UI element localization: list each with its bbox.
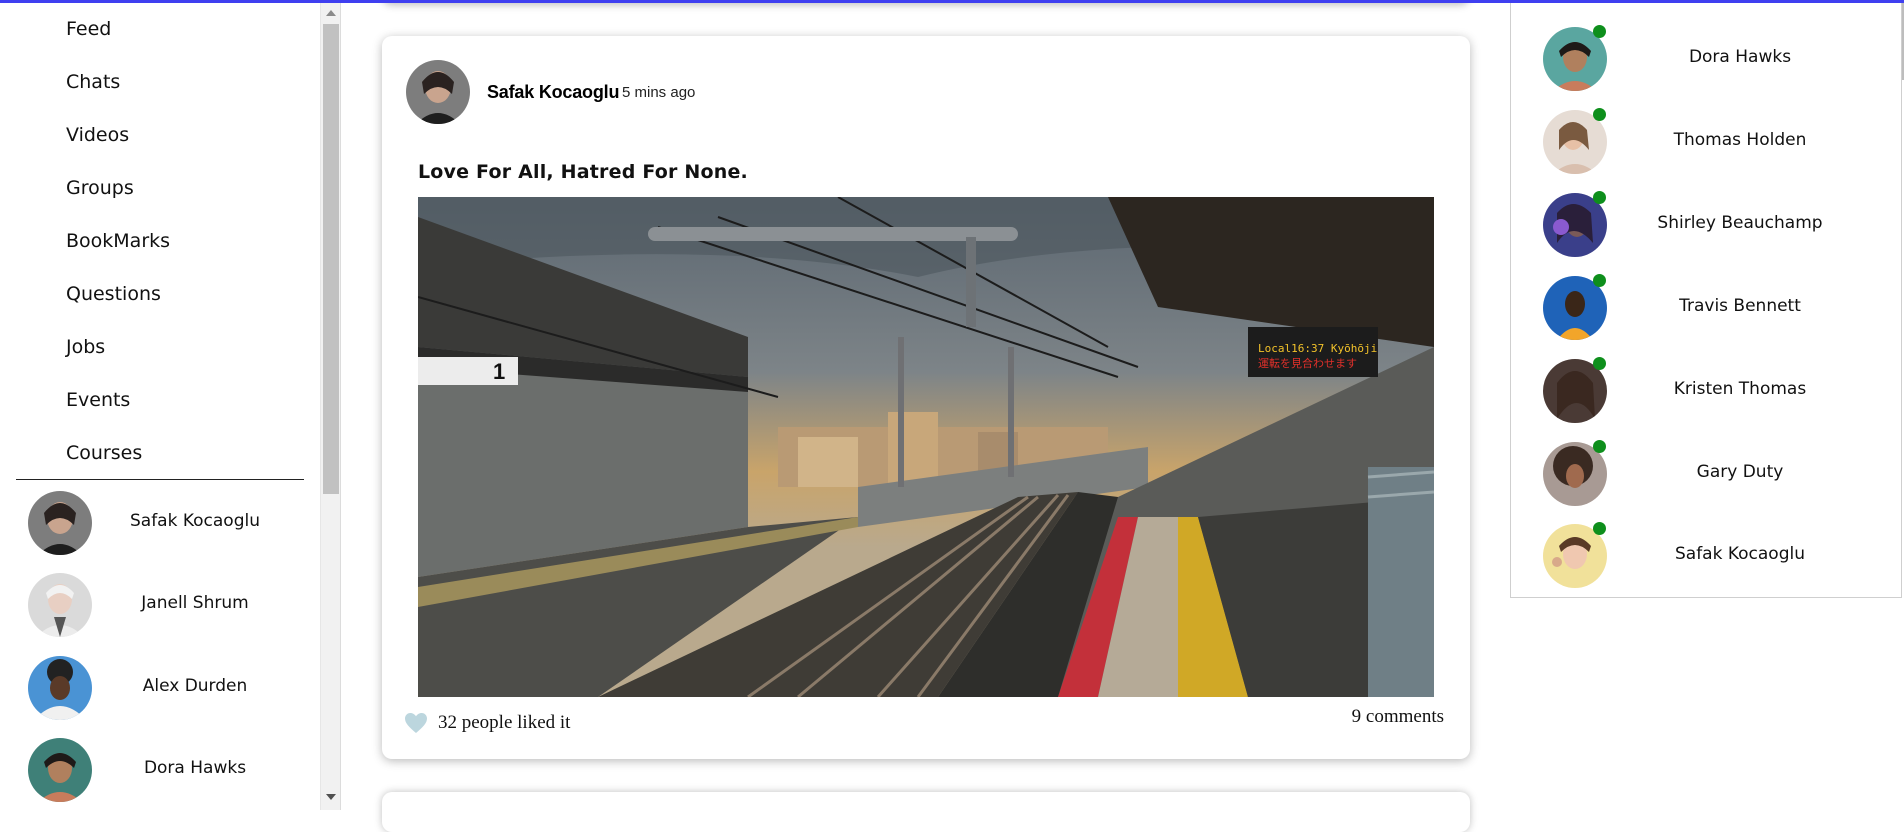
svg-text:Local16:37 Kyōhōji: Local16:37 Kyōhōji — [1258, 342, 1377, 355]
online-friend[interactable]: Kristen Thomas — [1543, 357, 1873, 423]
online-status-icon — [1593, 357, 1606, 370]
friend-name: Thomas Holden — [1673, 130, 1807, 150]
friend-name: Shirley Beauchamp — [1657, 213, 1823, 233]
avatar — [28, 573, 92, 637]
sidebar-user[interactable]: Janell Shrum — [28, 573, 298, 637]
friend-name: Travis Bennett — [1679, 296, 1801, 316]
online-friend[interactable]: Shirley Beauchamp — [1543, 191, 1873, 257]
nav-events[interactable]: Events — [66, 389, 130, 411]
friend-name: Kristen Thomas — [1673, 379, 1807, 399]
next-post-card — [382, 792, 1470, 832]
nav-groups[interactable]: Groups — [66, 177, 134, 199]
sidebar-user-name: Dora Hawks — [143, 758, 247, 778]
svg-text:1: 1 — [493, 359, 505, 384]
avatar — [28, 491, 92, 555]
nav-courses[interactable]: Courses — [66, 442, 142, 464]
sidebar-user-name: Janell Shrum — [141, 593, 249, 613]
sidebar-user[interactable]: Dora Hawks — [28, 738, 298, 802]
online-status-icon — [1593, 191, 1606, 204]
likes-count: 32 people liked it — [438, 712, 571, 733]
nav-chats[interactable]: Chats — [66, 71, 120, 93]
left-sidebar: Feed Chats Videos Groups BookMarks Quest… — [0, 0, 320, 810]
nav-jobs[interactable]: Jobs — [66, 336, 105, 358]
avatar — [28, 656, 92, 720]
feed-border — [340, 0, 341, 810]
sidebar-scrollbar[interactable] — [320, 0, 341, 810]
sidebar-user[interactable]: Alex Durden — [28, 656, 298, 720]
sidebar-divider — [16, 479, 304, 480]
friend-name: Safak Kocaoglu — [1674, 544, 1805, 564]
avatar — [28, 738, 92, 802]
online-friend[interactable]: Dora Hawks — [1543, 25, 1873, 91]
friend-name: Gary Duty — [1696, 462, 1784, 482]
online-status-icon — [1593, 25, 1606, 38]
online-status-icon — [1593, 440, 1606, 453]
nav-feed[interactable]: Feed — [66, 18, 111, 40]
online-friend[interactable]: Gary Duty — [1543, 440, 1873, 506]
online-friend[interactable]: Travis Bennett — [1543, 274, 1873, 340]
scrollbar-thumb[interactable] — [323, 24, 339, 494]
svg-text:運転を見合わせます: 運転を見合わせます — [1258, 356, 1357, 370]
online-friend[interactable]: Thomas Holden — [1543, 108, 1873, 174]
post-image: 1 Local16:37 Kyōhōji 運転を見合わせます — [418, 197, 1434, 697]
sidebar-user[interactable]: Safak Kocaoglu — [28, 491, 298, 555]
online-friend[interactable]: Safak Kocaoglu — [1543, 522, 1873, 588]
online-status-icon — [1593, 522, 1606, 535]
nav-bookmarks[interactable]: BookMarks — [66, 230, 170, 252]
online-friends-panel: Dora Hawks Thomas Holden Shirley Beaucha… — [1510, 0, 1902, 598]
sidebar-user-name: Safak Kocaoglu — [129, 511, 260, 531]
post-author-avatar[interactable] — [406, 60, 470, 124]
sidebar-user-name: Alex Durden — [142, 676, 248, 696]
scroll-down-icon[interactable] — [326, 794, 336, 800]
post-author-name[interactable]: Safak Kocaoglu — [487, 82, 619, 103]
post-card: Safak Kocaoglu 5 mins ago Love For All, … — [382, 36, 1470, 759]
heart-icon[interactable] — [404, 712, 428, 734]
nav-questions[interactable]: Questions — [66, 283, 161, 305]
online-status-icon — [1593, 274, 1606, 287]
top-accent-line — [0, 0, 1904, 3]
online-status-icon — [1593, 108, 1606, 121]
post-timestamp: 5 mins ago — [622, 84, 696, 101]
comments-count[interactable]: 9 comments — [1352, 706, 1444, 728]
friend-name: Dora Hawks — [1688, 47, 1792, 67]
nav-videos[interactable]: Videos — [66, 124, 129, 146]
scroll-up-icon[interactable] — [326, 10, 336, 16]
post-text: Love For All, Hatred For None. — [418, 161, 748, 183]
